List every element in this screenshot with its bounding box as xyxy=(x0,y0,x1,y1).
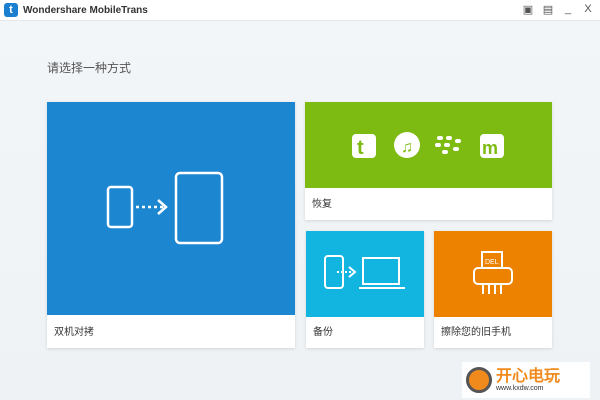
blackberry-icon xyxy=(434,136,461,154)
tile-label: 擦除您的旧手机 xyxy=(441,327,511,338)
tile-restore[interactable]: t ♫ m 恢复 xyxy=(305,102,552,220)
close-button[interactable]: X xyxy=(582,3,594,16)
tile-phone-transfer[interactable]: 双机对拷 xyxy=(47,102,295,348)
app-title: Wondershare MobileTrans xyxy=(23,4,148,16)
backup-icon xyxy=(306,231,424,317)
tile-label: 双机对拷 xyxy=(54,327,94,338)
mascot-icon xyxy=(466,367,492,393)
svg-text:m: m xyxy=(482,138,498,158)
app-logo-icon: t xyxy=(4,3,18,17)
svg-text:DEL: DEL xyxy=(485,259,499,266)
watermark: 开心电玩 www.kxdw.com xyxy=(462,362,590,398)
register-icon[interactable]: ▤ xyxy=(542,3,554,16)
shredder-icon: DEL xyxy=(434,231,552,317)
feedback-icon[interactable]: ▣ xyxy=(522,3,534,16)
itunes-icon: ♫ xyxy=(393,132,420,158)
watermark-url: www.kxdw.com xyxy=(496,384,544,392)
page-prompt: 请选择一种方式 xyxy=(47,61,132,75)
minimize-button[interactable]: _ xyxy=(562,3,574,16)
watermark-title: 开心电玩 xyxy=(496,367,561,385)
tile-backup[interactable]: 备份 xyxy=(306,231,424,348)
tile-erase[interactable]: DEL 擦除您的旧手机 xyxy=(434,231,552,348)
restore-icons: t ♫ m xyxy=(305,102,552,188)
tile-label: 恢复 xyxy=(312,199,332,210)
title-bar: t Wondershare MobileTrans ▣ ▤ _ X xyxy=(0,0,600,21)
mobiletrans-icon: t xyxy=(351,134,376,159)
tile-label: 备份 xyxy=(313,327,333,338)
mobilego-icon: m xyxy=(479,134,504,158)
svg-text:♫: ♫ xyxy=(401,139,413,156)
svg-text:t: t xyxy=(357,137,364,159)
transfer-icon xyxy=(47,102,295,315)
